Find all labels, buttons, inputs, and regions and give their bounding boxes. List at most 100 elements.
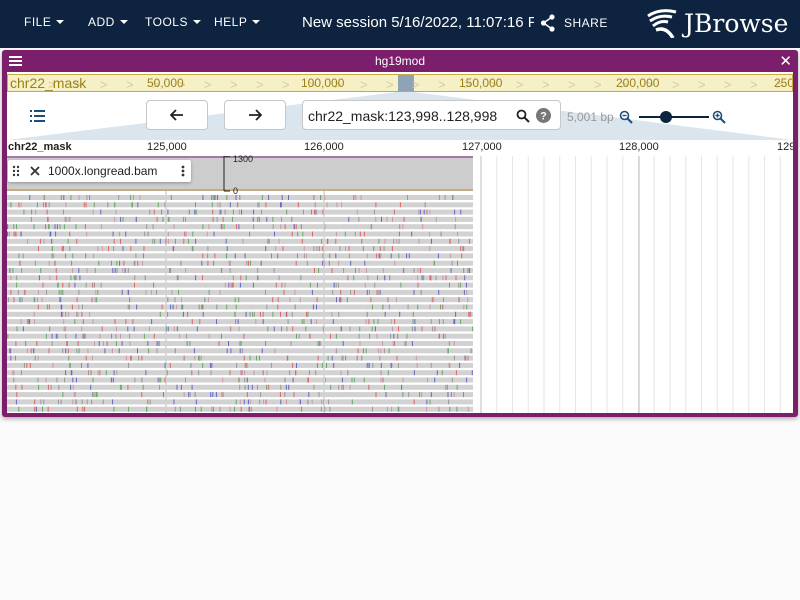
read-mismatch [65,333,67,339]
read-mismatch [66,216,68,222]
read-mismatch [406,333,408,339]
read-mismatch [335,231,337,237]
read-mismatch [113,406,115,412]
share-button[interactable]: SHARE [540,14,608,32]
read-mismatch [113,246,114,252]
overview-chevron: > [204,77,212,92]
read-row [7,260,473,266]
read-mismatch [443,297,444,303]
read-mismatch [262,311,264,317]
read-mismatch [435,275,437,281]
read-mismatch [213,231,215,237]
overview-scale-bar[interactable]: > > > > > > > > > > > > > > > > > > > > > > > > > > > > > chr22_mask… [7,74,793,92]
read-mismatch [56,275,58,281]
read-mismatch [122,216,124,222]
read-mismatch [331,355,333,361]
main-ruler[interactable]: chr22_mask 125,000 126,000 127,000 128,0… [7,140,793,156]
read-mismatch [145,289,147,295]
read-mismatch [130,355,132,361]
close-view-icon[interactable]: ✕ [779,52,792,70]
read-mismatch [40,399,42,405]
read-mismatch [417,304,419,310]
read-mismatch [284,224,286,230]
read-mismatch [15,384,17,390]
read-mismatch [70,195,72,200]
read-mismatch [127,289,129,295]
read-mismatch [444,333,446,339]
alignments-track-canvas[interactable] [7,156,793,413]
track-menu-icon[interactable] [181,165,185,177]
read-mismatch [60,289,62,295]
read-mismatch [230,282,232,288]
locstring-search-input[interactable]: chr22_mask:123,998..128,998 ? [302,100,561,130]
read-mismatch [382,268,384,273]
read-mismatch [393,333,395,339]
read-mismatch [106,341,108,346]
read-mismatch [74,319,76,325]
close-track-icon[interactable] [30,166,40,176]
read-mismatch [322,399,324,405]
read-mismatch [392,341,394,346]
read-row [7,216,473,222]
help-icon[interactable]: ? [536,108,551,123]
read-mismatch [189,341,191,346]
read-mismatch [391,246,393,252]
read-mismatch [377,253,379,259]
read-mismatch [176,326,178,332]
read-mismatch [309,282,311,288]
zoom-out-icon[interactable] [619,110,633,124]
read-mismatch [387,297,389,303]
read-mismatch [135,253,137,259]
read-mismatch [118,231,120,237]
pan-right-button[interactable] [224,100,286,130]
read-mismatch [118,348,120,354]
read-mismatch [215,392,217,398]
read-mismatch [90,370,92,376]
read-mismatch [165,326,167,332]
read-mismatch [370,297,372,303]
read-mismatch [300,275,302,281]
read-mismatch [94,282,95,288]
read-mismatch [31,209,33,215]
read-mismatch [27,238,29,244]
drag-handle-icon[interactable] [12,165,20,177]
read-mismatch [309,333,311,339]
read-mismatch [433,260,435,266]
add-menu-button[interactable]: ADD [88,15,128,29]
read-mismatch [36,341,38,346]
read-mismatch [375,202,377,208]
read-mismatch [458,297,460,303]
read-mismatch [329,406,331,412]
read-mismatch [128,406,130,412]
read-mismatch [141,355,143,361]
read-mismatch [362,348,364,354]
overview-chevron: > [282,77,290,92]
read-mismatch [325,377,326,383]
zoom-slider-thumb[interactable] [660,111,672,123]
read-mismatch [198,370,200,376]
read-mismatch [388,304,390,310]
read-mismatch [64,216,66,222]
read-mismatch [134,377,136,383]
read-mismatch [349,384,351,390]
read-mismatch [454,209,456,215]
read-mismatch [97,246,99,252]
search-icon[interactable] [516,109,530,123]
tools-menu-button[interactable]: TOOLS [145,15,201,29]
read-mismatch [252,311,253,317]
file-menu-button[interactable]: FILE [24,15,65,29]
zoom-in-icon[interactable] [712,110,726,124]
read-mismatch [19,297,21,303]
read-mismatch [144,231,146,237]
read-mismatch [115,326,117,332]
help-menu-button[interactable]: HELP [214,15,261,29]
read-mismatch [221,333,222,339]
read-mismatch [238,209,240,215]
zoom-slider-track[interactable] [639,116,709,118]
track-selector-icon[interactable] [30,110,46,122]
pan-left-button[interactable] [146,100,208,130]
read-mismatch [382,377,384,383]
session-title[interactable]: New session 5/16/2022, 11:07:16 PM [302,14,534,31]
read-mismatch [12,268,14,273]
read-mismatch [421,216,422,222]
